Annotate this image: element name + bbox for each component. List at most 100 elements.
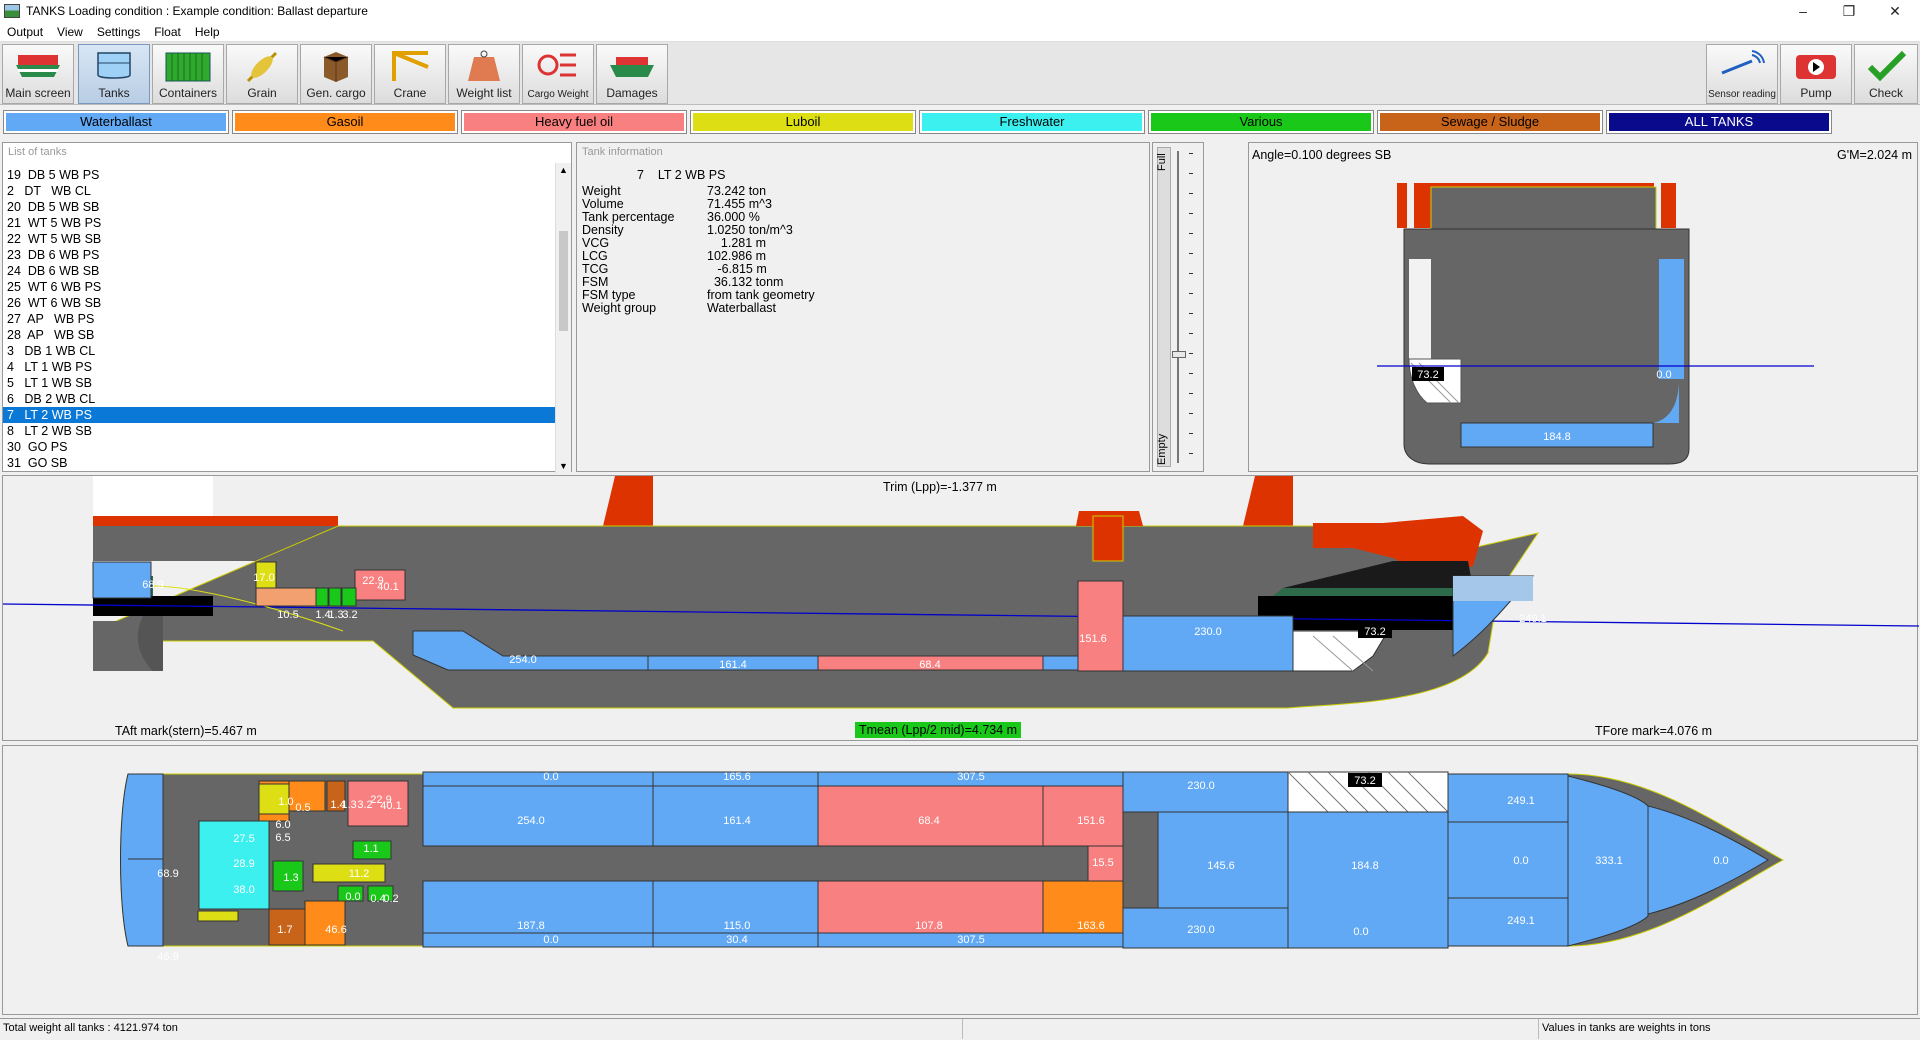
menu-view[interactable]: View (50, 25, 90, 39)
plan-tank-label: 151.6 (1077, 815, 1105, 827)
tank-list-item[interactable]: 27 AP WB PS (3, 311, 557, 327)
weight-list-button[interactable]: Weight list (448, 44, 520, 104)
cargo-weight-button[interactable]: Cargo Weight (522, 44, 594, 104)
gauge-tick (1189, 193, 1193, 194)
category-waterballast[interactable]: Waterballast (3, 110, 229, 134)
plan-tank-label: 15.5 (1092, 857, 1113, 869)
category-luboil[interactable]: Luboil (690, 110, 916, 134)
profile-label-15: 249.1 (1519, 613, 1547, 625)
ship-icon (16, 55, 60, 77)
profile-label-1: 68.9 (142, 579, 163, 591)
gen-cargo-button[interactable]: Gen. cargo (300, 44, 372, 104)
tank-list-item[interactable]: 24 DB 6 WB SB (3, 263, 557, 279)
plan-tank-label: 1.0 (278, 796, 293, 808)
plan-tank-label: 46.6 (325, 924, 346, 936)
plan-tank-label: 30.4 (726, 934, 747, 946)
tank-list-item[interactable]: 22 WT 5 WB SB (3, 231, 557, 247)
plan-tank-label: 249.1 (1507, 795, 1535, 807)
tank-list-item[interactable]: 26 WT 6 WB SB (3, 295, 557, 311)
tank-list-scrollbar[interactable]: ▲ ▼ (555, 163, 571, 473)
tank-list-item[interactable]: 2 DT WB CL (3, 183, 557, 199)
profile-view[interactable]: 68.9 17.0 22.9 40.1 10.5 1.4 1.3 3.2 254… (2, 475, 1919, 741)
cross-section-view[interactable]: Angle=0.100 degrees SB G'M=2.024 m 73.2 … (1248, 142, 1918, 472)
tank-list-item[interactable]: 4 LT 1 WB PS (3, 359, 557, 375)
main-screen-button[interactable]: Main screen (2, 44, 74, 104)
crane-icon (392, 51, 429, 81)
category-sewage-sludge[interactable]: Sewage / Sludge (1377, 110, 1603, 134)
gauge-tick (1189, 273, 1193, 274)
category-bar: Waterballast Gasoil Heavy fuel oil Luboi… (0, 108, 1920, 138)
scroll-up-icon[interactable]: ▲ (559, 165, 568, 175)
plan-tank-label: 249.1 (1507, 915, 1535, 927)
tank-list-header: List of tanks (8, 146, 67, 158)
damages-button[interactable]: Damages (596, 44, 668, 104)
category-gasoil[interactable]: Gasoil (232, 110, 458, 134)
gauge-tick (1189, 353, 1193, 354)
sensor-reading-button[interactable]: Sensor reading (1706, 44, 1778, 104)
tank-info-value: Waterballast (707, 301, 777, 315)
plan-tank-label: 254.0 (517, 815, 545, 827)
menu-help[interactable]: Help (188, 25, 227, 39)
weight-icon (468, 50, 500, 81)
tank-list: 19 DB 5 WB PS 2 DT WB CL 20 DB 5 WB SB 21 W… (3, 167, 557, 471)
tank-list-item[interactable]: 6 DB 2 WB CL (3, 391, 557, 407)
profile-drawing: 68.9 17.0 22.9 40.1 10.5 1.4 1.3 3.2 254… (3, 476, 1919, 709)
tank-list-item[interactable]: 19 DB 5 WB PS (3, 167, 557, 183)
section-label-db: 184.8 (1543, 431, 1571, 443)
tank-list-item[interactable]: 23 DB 6 WB PS (3, 247, 557, 263)
plan-tank-label: 187.8 (517, 920, 545, 932)
gauge-tick (1189, 293, 1193, 294)
containers-button[interactable]: Containers (152, 44, 224, 104)
plan-tank-label: 184.8 (1351, 860, 1379, 872)
gauge-tick (1189, 333, 1193, 334)
category-freshwater[interactable]: Freshwater (919, 110, 1145, 134)
gauge-tick (1189, 373, 1193, 374)
pump-button[interactable]: Pump (1780, 44, 1852, 104)
category-all-tanks[interactable]: ALL TANKS (1606, 110, 1832, 134)
menu-settings[interactable]: Settings (90, 25, 147, 39)
scroll-down-icon[interactable]: ▼ (559, 461, 568, 471)
plan-tank-label: 0.0 (1513, 855, 1528, 867)
tank-list-item[interactable]: 20 DB 5 WB SB (3, 199, 557, 215)
gauge-tick (1189, 433, 1193, 434)
crane-button[interactable]: Crane (374, 44, 446, 104)
tank-list-item[interactable]: 5 LT 1 WB SB (3, 375, 557, 391)
tank-list-item[interactable]: 3 DB 1 WB CL (3, 343, 557, 359)
gauge-slider-thumb[interactable] (1172, 350, 1186, 358)
gauge-tick (1189, 233, 1193, 234)
plan-tank-label: 68.9 (157, 868, 178, 880)
category-heavy-fuel-oil[interactable]: Heavy fuel oil (461, 110, 687, 134)
tank-list-item[interactable]: 7 LT 2 WB PS (3, 407, 557, 423)
menu-float[interactable]: Float (147, 25, 188, 39)
plan-tank-label: 6.0 (275, 819, 290, 831)
tank-list-item[interactable]: 8 LT 2 WB SB (3, 423, 557, 439)
category-various[interactable]: Various (1148, 110, 1374, 134)
plan-tank-label: 46.9 (157, 951, 178, 963)
check-button[interactable]: Check (1854, 44, 1918, 104)
tank-list-item[interactable]: 31 GO SB (3, 455, 557, 471)
tanks-button[interactable]: Tanks (78, 44, 150, 104)
menu-bar: Output View Settings Float Help (0, 22, 1920, 42)
close-button[interactable]: ✕ (1872, 0, 1918, 22)
plan-view[interactable]: 68.9 46.9 27.5 28.9 38.0 1.3 1.0 0.5 1.4 1.3 3.2 6.… (2, 745, 1918, 1015)
tank-list-item[interactable]: 25 WT 6 WB PS (3, 279, 557, 295)
gauge-tick (1189, 253, 1193, 254)
container-icon (165, 52, 211, 82)
menu-output[interactable]: Output (0, 25, 50, 39)
maximize-button[interactable]: ❐ (1826, 0, 1872, 22)
tank-list-item[interactable]: 30 GO PS (3, 439, 557, 455)
plan-tank-label: 0.0 (1713, 855, 1728, 867)
scrollbar-thumb[interactable] (559, 231, 568, 331)
tank-list-item[interactable]: 21 WT 5 WB PS (3, 215, 557, 231)
profile-label-10: 161.4 (719, 659, 747, 671)
damaged-ship-icon (610, 57, 654, 77)
minimize-button[interactable]: – (1780, 0, 1826, 22)
tank-list-item[interactable]: 28 AP WB SB (3, 327, 557, 343)
gauge-tick (1189, 413, 1193, 414)
plan-tank-label: 230.0 (1187, 780, 1215, 792)
plan-tank-label: 0.0 (543, 934, 558, 946)
plan-tank-label: 145.6 (1207, 860, 1235, 872)
sensor-icon (1721, 50, 1765, 75)
grain-button[interactable]: Grain (226, 44, 298, 104)
tank-info-key: Weight group (582, 301, 657, 315)
